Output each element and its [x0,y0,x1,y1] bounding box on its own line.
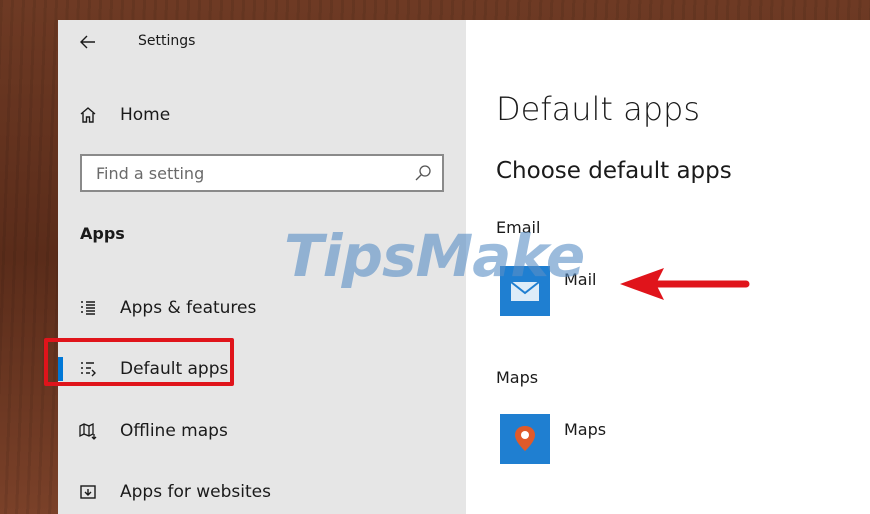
section-subheading: Choose default apps [496,158,732,184]
sidebar-item-apps-features[interactable]: Apps & features [58,288,466,328]
home-icon [80,107,96,123]
maps-app-name[interactable]: Maps [564,420,606,439]
search-box[interactable] [80,154,444,192]
sidebar-item-label: Offline maps [120,421,228,441]
apps-features-icon [81,301,95,315]
page-title: Default apps [496,90,700,128]
search-icon[interactable] [414,164,432,182]
annotation-highlight-box [44,338,234,386]
search-input[interactable] [82,156,430,190]
offline-maps-icon [79,422,97,440]
window-title: Settings [138,33,196,49]
home-link[interactable]: Home [78,104,378,126]
sidebar-item-apps-websites[interactable]: Apps for websites [58,472,466,512]
home-label: Home [120,105,171,125]
back-arrow-icon[interactable] [78,32,98,52]
sidebar-item-label: Apps for websites [120,482,271,502]
sidebar-item-label: Apps & features [120,298,257,318]
maps-app-icon [500,414,550,464]
category-label-maps: Maps [496,368,539,387]
apps-websites-icon [80,485,96,499]
sidebar-item-offline-maps[interactable]: Offline maps [58,411,466,451]
watermark-text: TipsMake [284,222,585,290]
maps-app-picker[interactable] [500,414,550,464]
section-heading-apps: Apps [80,224,125,243]
annotation-arrow-icon [620,268,750,300]
